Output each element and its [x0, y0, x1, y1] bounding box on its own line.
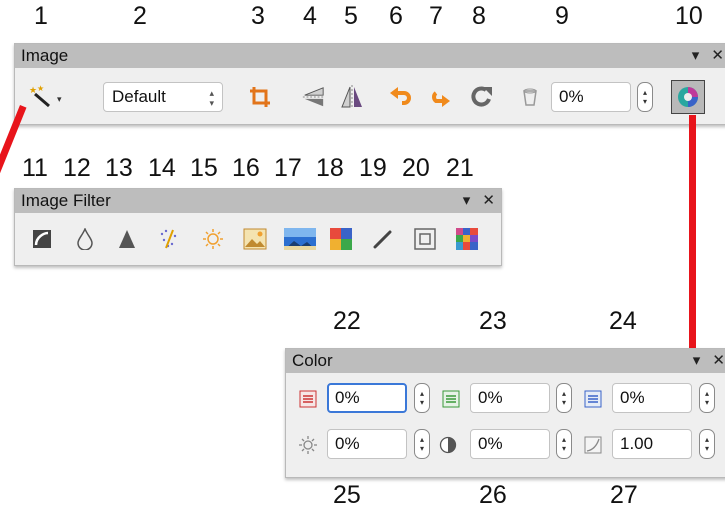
brightness-stepper[interactable]: ▴ ▾	[414, 429, 430, 459]
transparency-stepper[interactable]: ▴ ▾	[637, 82, 653, 112]
gamma-icon	[581, 433, 605, 457]
callout-7: 7	[429, 2, 443, 30]
callout-16: 16	[232, 154, 260, 182]
callout-15: 15	[190, 154, 218, 182]
blue-stepper[interactable]: ▴ ▾	[699, 383, 715, 413]
transparency-icon	[518, 85, 542, 109]
aging-icon[interactable]	[243, 227, 267, 251]
flip-horizontal-icon[interactable]	[340, 85, 364, 109]
callout-12: 12	[63, 154, 91, 182]
blue-field[interactable]: 0%	[612, 383, 692, 413]
updown-icon: ▴ ▾	[209, 88, 214, 108]
pop-art-icon[interactable]	[329, 227, 353, 251]
callout-10: 10	[675, 2, 703, 30]
rotate-right-icon[interactable]	[428, 85, 452, 109]
color-toolbar: Color ▾ ✕ 0% ▴ ▾ 0% ▴ ▾ 0% ▴ ▾ 0% ▴ ▾ 0% ▴ ▾ …	[285, 348, 725, 478]
invert-icon[interactable]	[30, 227, 54, 251]
image-filter-toolbar-title: Image Filter	[15, 189, 501, 213]
blue-channel-icon	[581, 387, 605, 411]
callout-11: 11	[22, 154, 48, 182]
callout-3: 3	[251, 2, 265, 30]
callout-22: 22	[333, 307, 361, 335]
contrast-field[interactable]: 0%	[470, 429, 550, 459]
image-toolbar: Image ▾ ✕ ★ ★ ▾ Default ▴ ▾ 0% ▴ ▾	[14, 43, 725, 125]
green-field[interactable]: 0%	[470, 383, 550, 413]
color-button[interactable]	[671, 80, 705, 114]
callout-21: 21	[446, 154, 474, 182]
red-channel-icon	[296, 387, 320, 411]
callout-23: 23	[479, 307, 507, 335]
toolbar-menu-icon[interactable]: ▾	[463, 192, 471, 209]
brightness-field[interactable]: 0%	[327, 429, 407, 459]
callout-2: 2	[133, 2, 147, 30]
green-stepper[interactable]: ▴ ▾	[556, 383, 572, 413]
connector-line	[689, 115, 696, 351]
image-filter-wand-icon[interactable]: ★ ★	[29, 84, 53, 108]
flip-vertical-icon[interactable]	[301, 85, 325, 109]
close-icon[interactable]: ✕	[711, 47, 724, 64]
green-channel-icon	[439, 387, 463, 411]
transparency-field[interactable]: 0%	[551, 82, 631, 112]
brightness-icon	[296, 433, 320, 457]
rotate-icon[interactable]	[470, 85, 494, 109]
red-stepper[interactable]: ▴ ▾	[414, 383, 430, 413]
callout-1: 1	[34, 2, 48, 30]
callout-9: 9	[555, 2, 569, 30]
chevron-down-icon[interactable]: ▾	[57, 94, 62, 105]
solarization-icon[interactable]	[201, 227, 225, 251]
callout-24: 24	[609, 307, 637, 335]
callout-19: 19	[359, 154, 387, 182]
callout-26: 26	[479, 481, 507, 509]
smooth-icon[interactable]	[73, 227, 97, 251]
toolbar-menu-icon[interactable]: ▾	[692, 47, 700, 64]
mosaic-icon[interactable]	[455, 227, 479, 251]
relief-icon[interactable]	[413, 227, 437, 251]
color-toolbar-title: Color	[286, 349, 725, 373]
sharpen-icon[interactable]	[115, 227, 139, 251]
callout-8: 8	[472, 2, 486, 30]
contrast-icon	[436, 433, 460, 457]
callout-5: 5	[344, 2, 358, 30]
close-icon[interactable]: ✕	[712, 352, 725, 369]
charcoal-sketch-icon[interactable]	[371, 227, 395, 251]
red-field[interactable]: 0%	[327, 383, 407, 413]
image-toolbar-title: Image	[15, 44, 725, 68]
color-wheel-icon	[678, 87, 698, 107]
gamma-field[interactable]: 1.00	[612, 429, 692, 459]
rotate-left-icon[interactable]	[388, 85, 412, 109]
contrast-stepper[interactable]: ▴ ▾	[556, 429, 572, 459]
svg-text:★: ★	[37, 84, 44, 93]
callout-20: 20	[402, 154, 430, 182]
close-icon[interactable]: ✕	[482, 192, 495, 209]
callout-17: 17	[274, 154, 302, 182]
posterize-icon[interactable]	[283, 227, 317, 251]
crop-icon[interactable]	[248, 85, 272, 109]
callout-6: 6	[389, 2, 403, 30]
remove-noise-icon[interactable]	[157, 227, 181, 251]
callout-4: 4	[303, 2, 317, 30]
image-mode-select[interactable]: Default ▴ ▾	[103, 82, 223, 112]
image-filter-toolbar: Image Filter ▾ ✕	[14, 188, 502, 266]
callout-18: 18	[316, 154, 344, 182]
callout-25: 25	[333, 481, 361, 509]
callout-14: 14	[148, 154, 176, 182]
svg-text:★: ★	[29, 86, 37, 96]
callout-27: 27	[610, 481, 638, 509]
toolbar-menu-icon[interactable]: ▾	[693, 352, 701, 369]
gamma-stepper[interactable]: ▴ ▾	[699, 429, 715, 459]
callout-13: 13	[105, 154, 133, 182]
